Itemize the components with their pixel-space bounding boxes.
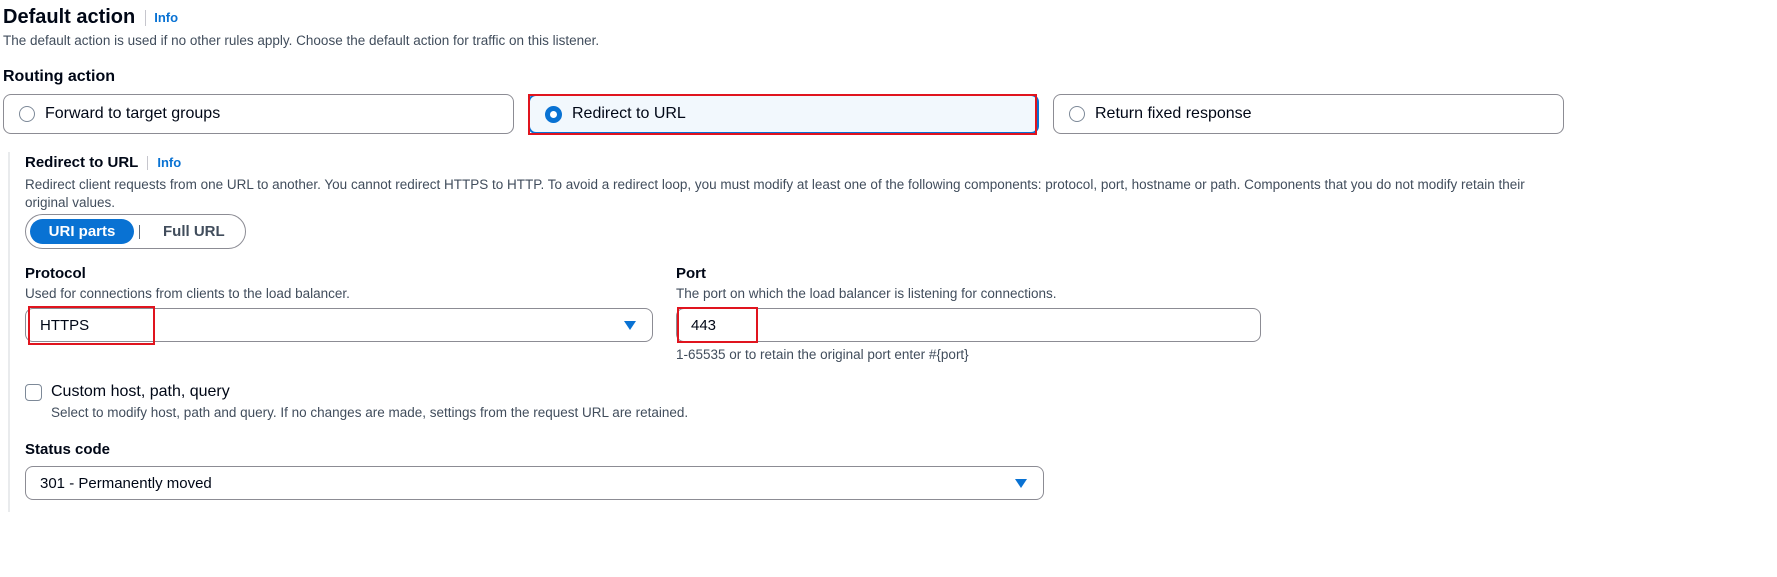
segment-uri-parts[interactable]: URI parts xyxy=(30,219,134,244)
info-divider xyxy=(145,9,147,26)
segment-divider xyxy=(139,224,140,239)
protocol-label: Protocol xyxy=(25,265,86,282)
caret-down-icon xyxy=(624,321,636,330)
routing-option-forward[interactable]: Forward to target groups xyxy=(3,94,514,134)
page-title: Default action xyxy=(3,6,136,28)
port-input[interactable]: 443 xyxy=(676,308,1261,342)
routing-option-redirect[interactable]: Redirect to URL xyxy=(528,94,1039,134)
custom-host-label[interactable]: Custom host, path, query xyxy=(51,383,230,401)
redirect-description: Redirect client requests from one URL to… xyxy=(25,177,1525,210)
routing-option-label: Return fixed response xyxy=(1095,105,1252,122)
port-description: The port on which the load balancer is l… xyxy=(676,286,1057,301)
port-value: 443 xyxy=(691,316,717,334)
redirect-title: Redirect to URL xyxy=(25,154,139,171)
section-header: Default action Info xyxy=(3,6,178,29)
info-link[interactable]: Info xyxy=(154,10,178,25)
status-code-value: 301 - Permanently moved xyxy=(40,474,212,492)
radio-unchecked-icon[interactable] xyxy=(1069,106,1085,122)
caret-down-icon xyxy=(1015,479,1027,488)
redirect-header: Redirect to URL Info xyxy=(25,154,181,171)
protocol-description: Used for connections from clients to the… xyxy=(25,286,350,301)
routing-option-label: Forward to target groups xyxy=(45,105,221,122)
radio-checked-icon[interactable] xyxy=(545,105,562,123)
protocol-select[interactable]: HTTPS xyxy=(25,308,653,342)
info-link[interactable]: Info xyxy=(157,155,181,170)
custom-host-checkbox[interactable] xyxy=(25,384,42,401)
custom-host-description: Select to modify host, path and query. I… xyxy=(51,405,689,420)
routing-action-label: Routing action xyxy=(3,68,115,85)
routing-option-label: Redirect to URL xyxy=(572,105,686,122)
segment-full-url[interactable]: Full URL xyxy=(149,223,235,240)
routing-option-fixed-response[interactable]: Return fixed response xyxy=(1053,94,1564,134)
status-code-select[interactable]: 301 - Permanently moved xyxy=(25,466,1044,500)
port-hint: 1-65535 or to retain the original port e… xyxy=(676,347,969,362)
redirect-mode-segmented-control: URI parts Full URL xyxy=(25,214,246,249)
port-label: Port xyxy=(676,265,706,282)
section-left-rule xyxy=(8,152,10,512)
protocol-value: HTTPS xyxy=(40,316,90,334)
info-divider xyxy=(147,155,149,170)
radio-unchecked-icon[interactable] xyxy=(19,106,35,122)
status-code-label: Status code xyxy=(25,441,111,458)
section-description: The default action is used if no other r… xyxy=(3,33,600,48)
